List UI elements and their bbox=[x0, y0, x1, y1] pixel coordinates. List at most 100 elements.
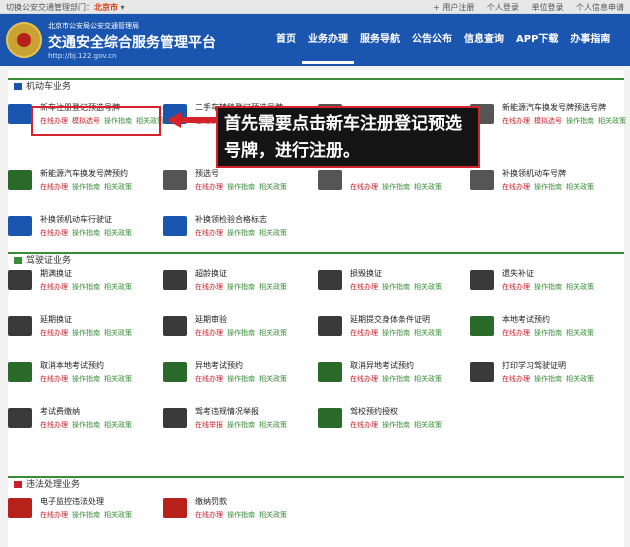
service-action-link[interactable]: 相关政策 bbox=[259, 511, 287, 519]
service-action-link[interactable]: 操作指南 bbox=[534, 183, 562, 191]
service-action-link[interactable]: 操作指南 bbox=[227, 229, 255, 237]
service-action-link[interactable]: 在线办理 bbox=[40, 421, 68, 429]
service-action-link[interactable]: 相关政策 bbox=[414, 183, 442, 191]
service-action-link[interactable]: 在线办理 bbox=[195, 511, 223, 519]
service-action-link[interactable]: 操作指南 bbox=[72, 183, 100, 191]
service-action-link[interactable]: 在线办理 bbox=[40, 375, 68, 383]
service-action-link[interactable]: 操作指南 bbox=[382, 421, 410, 429]
service-action-link[interactable]: 相关政策 bbox=[104, 329, 132, 337]
service-action-link[interactable]: 在线办理 bbox=[502, 117, 530, 125]
service-action-link[interactable]: 在线办理 bbox=[350, 183, 378, 191]
service-name[interactable]: 超龄换证 bbox=[195, 268, 227, 279]
service-action-link[interactable]: 在线办理 bbox=[350, 375, 378, 383]
service-action-link[interactable]: 操作指南 bbox=[534, 283, 562, 291]
service-name[interactable]: 损毁换证 bbox=[350, 268, 382, 279]
service-action-link[interactable]: 操作指南 bbox=[382, 329, 410, 337]
service-item[interactable]: 延期审验 在线办理 操作指南 相关政策 bbox=[163, 314, 318, 350]
service-name[interactable]: 本地考试预约 bbox=[502, 314, 550, 325]
service-action-link[interactable]: 在线办理 bbox=[195, 229, 223, 237]
service-item[interactable]: 新能源汽车换发号牌预选号牌 在线办理 模拟选号 操作指南 相关政策 bbox=[470, 102, 626, 138]
service-name[interactable]: 考试费缴纳 bbox=[40, 406, 80, 417]
service-item[interactable]: 遗失补证在线办理 操作指南 相关政策 bbox=[470, 268, 625, 304]
service-action-link[interactable]: 在线办理 bbox=[502, 375, 530, 383]
nav-info-query[interactable]: 信息查询 bbox=[458, 32, 510, 64]
service-name[interactable]: 延期提交身体条件证明 bbox=[350, 314, 430, 325]
service-action-link[interactable]: 在线办理 bbox=[40, 229, 68, 237]
personal-login-link[interactable]: 个人登录 bbox=[487, 3, 519, 12]
service-action-link[interactable]: 在线办理 bbox=[502, 329, 530, 337]
service-action-link[interactable]: 操作指南 bbox=[72, 229, 100, 237]
service-name[interactable]: 取消本地考试预约 bbox=[40, 360, 104, 371]
service-item[interactable]: 补换领机动车行驶证 在线办理 操作指南 相关政策 bbox=[8, 214, 163, 250]
nav-home[interactable]: 首页 bbox=[270, 32, 302, 64]
service-action-link[interactable]: 操作指南 bbox=[72, 375, 100, 383]
company-login-link[interactable]: 单位登录 bbox=[531, 3, 563, 12]
service-item[interactable]: 异地考试预约 在线办理 操作指南 相关政策 bbox=[163, 360, 318, 396]
service-item[interactable]: 打印学习驾驶证明 在线办理 操作指南 相关政策 bbox=[470, 360, 625, 396]
service-action-link[interactable]: 相关政策 bbox=[414, 375, 442, 383]
service-name[interactable]: 缴纳罚款 bbox=[195, 496, 227, 507]
service-name[interactable]: 延期换证 bbox=[40, 314, 72, 325]
service-action-link[interactable]: 操作指南 bbox=[382, 183, 410, 191]
service-action-link[interactable]: 在线办理 bbox=[502, 183, 530, 191]
service-name[interactable]: 遗失补证 bbox=[502, 268, 534, 279]
service-action-link[interactable]: 相关政策 bbox=[259, 183, 287, 191]
service-action-link[interactable]: 在线办理 bbox=[502, 283, 530, 291]
service-item[interactable]: 驾考违规情况举报 在线举报 操作指南 相关政策 bbox=[163, 406, 318, 442]
service-name[interactable]: 打印学习驾驶证明 bbox=[502, 360, 566, 371]
service-name[interactable]: 新能源汽车换发号牌预选号牌 bbox=[502, 102, 606, 113]
service-action-link[interactable]: 相关政策 bbox=[566, 329, 594, 337]
service-action-link[interactable]: 在线办理 bbox=[350, 329, 378, 337]
service-action-link[interactable]: 在线办理 bbox=[195, 283, 223, 291]
service-action-link[interactable]: 操作指南 bbox=[227, 183, 255, 191]
service-action-link[interactable]: 相关政策 bbox=[259, 375, 287, 383]
service-action-link[interactable]: 在线举报 bbox=[195, 421, 223, 429]
service-action-link[interactable]: 相关政策 bbox=[566, 283, 594, 291]
service-item[interactable]: 新能源汽车换发号牌预约 在线办理 操作指南 相关政策 bbox=[8, 168, 163, 204]
nav-app-download[interactable]: APP下载 bbox=[510, 32, 564, 64]
service-action-link[interactable]: 在线办理 bbox=[195, 183, 223, 191]
service-item[interactable]: 取消异地考试预约 在线办理 操作指南 相关政策 bbox=[318, 360, 473, 396]
service-action-link[interactable]: 在线办理 bbox=[40, 183, 68, 191]
service-action-link[interactable]: 相关政策 bbox=[104, 421, 132, 429]
service-item[interactable]: 取消本地考试预约 在线办理 操作指南 相关政策 bbox=[8, 360, 163, 396]
service-action-link[interactable]: 在线办理 bbox=[40, 511, 68, 519]
service-action-link[interactable]: 操作指南 bbox=[72, 511, 100, 519]
service-item[interactable]: 在线办理 操作指南 相关政策 bbox=[318, 168, 473, 204]
service-action-link[interactable]: 相关政策 bbox=[414, 283, 442, 291]
service-name[interactable]: 取消异地考试预约 bbox=[350, 360, 414, 371]
service-action-link[interactable]: 操作指南 bbox=[382, 375, 410, 383]
service-name[interactable]: 驾考违规情况举报 bbox=[195, 406, 259, 417]
service-action-link[interactable]: 相关政策 bbox=[259, 421, 287, 429]
service-item[interactable]: 电子监控违法处理 在线办理 操作指南 相关政策 bbox=[8, 496, 163, 532]
service-action-link[interactable]: 操作指南 bbox=[227, 375, 255, 383]
service-name[interactable]: 补换领机动车行驶证 bbox=[40, 214, 112, 225]
region-city[interactable]: 北京市 bbox=[94, 3, 118, 12]
service-action-link[interactable]: 在线办理 bbox=[195, 375, 223, 383]
nav-service-guide[interactable]: 服务导航 bbox=[354, 32, 406, 64]
nav-notices[interactable]: 公告公布 bbox=[406, 32, 458, 64]
service-item[interactable]: 本地考试预约 在线办理 操作指南 相关政策 bbox=[470, 314, 625, 350]
service-action-link[interactable]: 在线办理 bbox=[40, 283, 68, 291]
service-item[interactable]: 补换领机动车号牌 在线办理 操作指南 相关政策 bbox=[470, 168, 625, 204]
service-name[interactable]: 新能源汽车换发号牌预约 bbox=[40, 168, 128, 179]
personal-info-link[interactable]: 个人信息申请 bbox=[576, 3, 624, 12]
service-action-link[interactable]: 操作指南 bbox=[382, 283, 410, 291]
service-name[interactable]: 预选号 bbox=[195, 168, 219, 179]
service-item[interactable]: 期满换证 在线办理 操作指南 相关政策 bbox=[8, 268, 163, 304]
service-action-link[interactable]: 相关政策 bbox=[104, 511, 132, 519]
service-name[interactable]: 补换领检验合格标志 bbox=[195, 214, 267, 225]
service-name[interactable]: 电子监控违法处理 bbox=[40, 496, 104, 507]
service-action-link[interactable]: 在线办理 bbox=[40, 329, 68, 337]
service-item[interactable]: 延期提交身体条件证明 在线办理 操作指南 相关政策 bbox=[318, 314, 473, 350]
service-action-link[interactable]: 操作指南 bbox=[227, 511, 255, 519]
service-action-link[interactable]: 操作指南 bbox=[534, 329, 562, 337]
register-link[interactable]: + 用户注册 bbox=[433, 3, 474, 12]
service-action-link[interactable]: 操作指南 bbox=[227, 421, 255, 429]
service-action-link[interactable]: 在线办理 bbox=[350, 283, 378, 291]
service-action-link[interactable]: 操作指南 bbox=[566, 117, 594, 125]
service-item[interactable]: 预选号在线办理 操作指南 相关政策 bbox=[163, 168, 318, 204]
nav-guide[interactable]: 办事指南 bbox=[564, 32, 616, 64]
service-item[interactable]: 损毁换证在线办理 操作指南 相关政策 bbox=[318, 268, 473, 304]
service-name[interactable]: 延期审验 bbox=[195, 314, 227, 325]
